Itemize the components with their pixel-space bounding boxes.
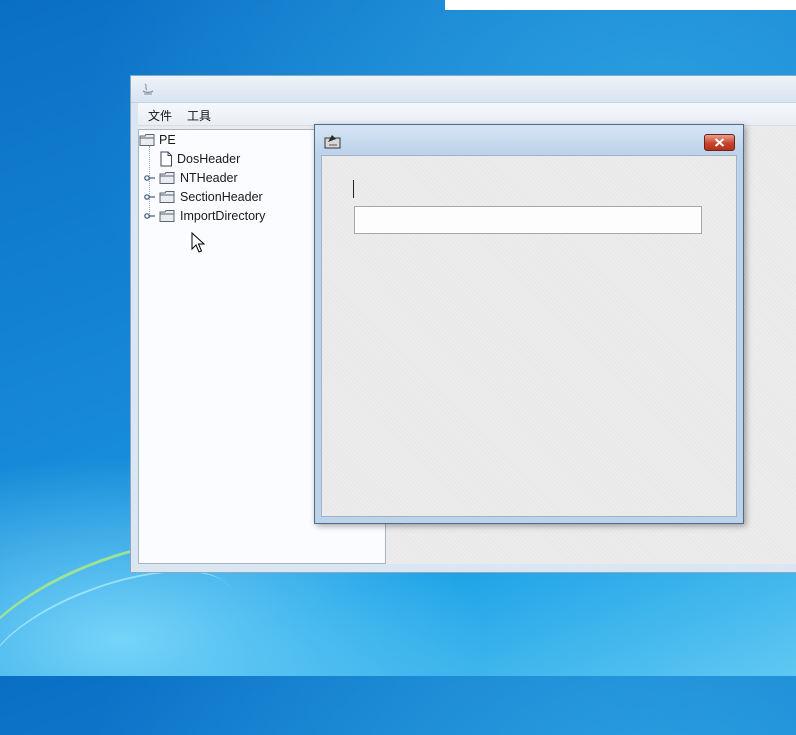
dialog-text-input[interactable] — [354, 206, 702, 234]
tree-node-dosheader[interactable]: DosHeader — [159, 150, 240, 168]
dialog-content — [321, 155, 737, 517]
close-button[interactable] — [704, 134, 735, 151]
open-folder-icon — [139, 134, 155, 146]
background-window-strip — [445, 0, 796, 10]
menu-tools[interactable]: 工具 — [184, 106, 214, 125]
tree-node-ntheader[interactable]: NTHeader — [159, 169, 238, 187]
mouse-pointer-icon — [191, 232, 205, 253]
tree-node-sectionheader[interactable]: SectionHeader — [159, 188, 263, 206]
tree-node-importdirectory[interactable]: ImportDirectory — [159, 207, 265, 225]
menu-bar: 文件 工具 — [138, 103, 796, 126]
dialog-titlebar[interactable] — [315, 125, 743, 153]
text-caret — [353, 180, 354, 198]
document-icon — [160, 151, 172, 167]
java-app-icon — [142, 83, 154, 95]
expand-handle-icon[interactable] — [144, 193, 156, 201]
expand-handle-icon[interactable] — [144, 212, 156, 220]
main-window-titlebar[interactable] — [131, 76, 796, 103]
folder-icon — [159, 191, 175, 203]
tree-node-label: DosHeader — [177, 152, 241, 166]
tree-node-root[interactable]: PE — [139, 131, 176, 149]
tree-node-label: NTHeader — [180, 171, 238, 185]
tree-node-label: SectionHeader — [180, 190, 263, 204]
java-app-icon — [324, 135, 341, 149]
menu-file[interactable]: 文件 — [145, 106, 175, 125]
expand-handle-icon[interactable] — [144, 174, 156, 182]
tree-connector-line — [149, 146, 150, 218]
tree-node-label: PE — [159, 133, 176, 147]
folder-icon — [159, 210, 175, 222]
input-dialog — [314, 124, 744, 524]
tree-node-label: ImportDirectory — [180, 209, 266, 223]
folder-icon — [159, 172, 175, 184]
close-icon — [714, 138, 725, 147]
